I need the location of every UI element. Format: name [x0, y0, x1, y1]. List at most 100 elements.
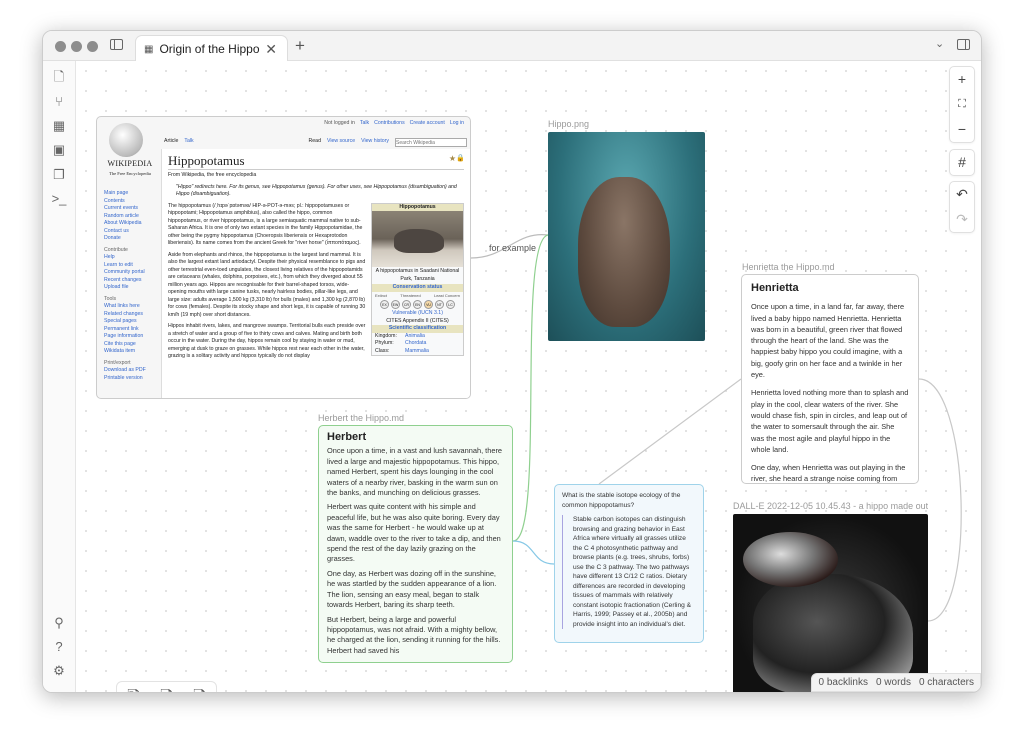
view-history-tab[interactable]: View history [361, 138, 389, 148]
article-tab[interactable]: Article [164, 138, 178, 148]
wiki-nav-link[interactable]: Special pages [104, 318, 159, 326]
dalle-image-label: DALL-E 2022-12-05 10.45.43 - a hippo mad… [733, 501, 928, 511]
lock-icon: 🔒 [456, 155, 465, 162]
close-tab-icon[interactable]: ✕ [265, 41, 277, 58]
taxonomy-value[interactable]: Chordata [405, 340, 426, 348]
tab-list-chevron-icon[interactable]: ⌄ [935, 37, 944, 50]
right-sidebar-toggle-icon[interactable] [957, 39, 970, 50]
log-in-link[interactable]: Log in [450, 120, 464, 128]
sidebar-toggle-icon[interactable] [110, 39, 123, 50]
infobox-hippo-photo[interactable] [372, 211, 463, 267]
hippo-photo [578, 177, 670, 327]
wiki-nav-link[interactable]: Donate [104, 235, 159, 243]
wiki-nav-link[interactable]: Recent changes [104, 277, 159, 285]
herbert-note-node[interactable]: Herbert Once upon a time, in a vast and … [318, 425, 513, 664]
conservation-status-badge: CR [402, 300, 411, 309]
help-icon[interactable]: ? [51, 639, 67, 655]
create-account-link[interactable]: Create account [410, 120, 445, 128]
taxonomy-value[interactable]: Animalia [405, 333, 425, 341]
terminal-icon[interactable]: >_ [51, 191, 67, 207]
wiki-nav-link[interactable]: Main page [104, 190, 159, 198]
copy-icon[interactable]: ❐ [51, 167, 67, 183]
canvas[interactable]: for example Not logged in Talk Contribut… [76, 61, 981, 692]
view-source-tab[interactable]: View source [327, 138, 355, 148]
talk-link[interactable]: Talk [360, 120, 369, 128]
wiki-page-title: Hippopotamus [168, 153, 464, 170]
taxonomy-rank: Phylum: [375, 340, 394, 346]
edge-question-to-henrietta[interactable] [598, 378, 742, 485]
add-media-icon[interactable]: 🖻 [160, 686, 173, 692]
henrietta-paragraph: Once upon a time, in a land far, far awa… [751, 302, 905, 380]
edge-label-for-example: for example [489, 243, 536, 253]
wiki-nav-link[interactable]: Help [104, 254, 159, 262]
wiki-nav-link[interactable]: Download as PDF [104, 367, 159, 375]
edge-herbert-to-question[interactable] [512, 540, 555, 565]
wikipedia-webpage-node[interactable]: Not logged in Talk Contributions Create … [96, 116, 471, 399]
wiki-nav-link[interactable]: Printable version [104, 375, 159, 383]
calendar-icon[interactable]: ▣ [51, 142, 67, 158]
wiki-personal-tools: Not logged in Talk Contributions Create … [324, 120, 464, 128]
redo-button[interactable]: ↷ [950, 207, 974, 232]
wiki-nav-link[interactable]: Random article [104, 213, 159, 221]
canvas-icon[interactable]: ▦ [51, 118, 67, 134]
wiki-nav-link[interactable]: Contents [104, 198, 159, 206]
wiki-search-input[interactable] [395, 138, 467, 147]
add-file-icon[interactable]: 🗋 [193, 686, 206, 692]
zoom-in-button[interactable]: + [950, 67, 974, 92]
wiki-nav-link[interactable]: Learn to edit [104, 262, 159, 270]
henrietta-file-label: Henrietta the Hippo.md [742, 262, 835, 272]
wiki-nav-link[interactable]: Wikidata item [104, 348, 159, 356]
wiki-nav-link[interactable]: Community portal [104, 269, 159, 277]
close-window-button[interactable] [55, 41, 66, 52]
conservation-status-badge: EN [413, 300, 422, 309]
undo-button[interactable]: ↶ [950, 182, 974, 207]
app-window: ▦ Origin of the Hippo ✕ + ⌄ 🗋 ⑂ ▦ ▣ ❐ >_… [42, 30, 982, 693]
read-tab[interactable]: Read [309, 138, 321, 148]
wiki-nav-link[interactable]: Cite this page [104, 341, 159, 349]
wikipedia-tagline: The Free Encyclopedia [109, 171, 151, 176]
edge-herbert-to-image[interactable] [512, 234, 549, 542]
tab-origin-of-the-hippo[interactable]: ▦ Origin of the Hippo ✕ [135, 35, 288, 62]
herbert-paragraph: Once upon a time, in a vast and lush sav… [327, 446, 503, 498]
dalle-image-node[interactable] [733, 514, 928, 692]
word-count: 0 words [875, 677, 911, 688]
herbert-paragraph: Herbert was quite content with his simpl… [327, 502, 501, 564]
herbert-heading: Herbert [327, 431, 367, 443]
wikipedia-globe-logo[interactable] [109, 123, 143, 157]
wiki-nav-link[interactable]: Contact us [104, 228, 159, 236]
wiki-nav-link[interactable]: Page information [104, 333, 159, 341]
isotope-question-card[interactable]: What is the stable isotope ecology of th… [554, 484, 704, 643]
vault-icon[interactable]: ⚲ [51, 615, 67, 631]
zoom-to-fit-button[interactable]: ⛶ [950, 92, 974, 117]
settings-icon[interactable]: ⚙ [51, 663, 67, 679]
henrietta-note-node[interactable]: Henrietta Once upon a time, in a land fa… [741, 274, 919, 484]
hippo-image-node[interactable] [548, 132, 705, 341]
wikipedia-wordmark: WIKIPEDIA [107, 159, 153, 168]
star-icon[interactable]: ★ [449, 155, 456, 163]
zoom-out-button[interactable]: − [950, 117, 974, 142]
wiki-nav-link[interactable]: Current events [104, 205, 159, 213]
snap-grid-button[interactable]: # [950, 150, 974, 175]
minimize-window-button[interactable] [71, 41, 82, 52]
talk-tab[interactable]: Talk [184, 138, 193, 148]
backlinks-count[interactable]: 0 backlinks [818, 677, 867, 688]
new-tab-button[interactable]: + [295, 36, 305, 56]
file-search-icon[interactable]: 🗋 [51, 69, 67, 85]
wiki-sidebar: Main page Contents Current events Random ar… [104, 190, 159, 382]
taxonomy-row: Phylum: Chordata [375, 340, 463, 348]
add-note-card-icon[interactable]: 🗎 [127, 686, 140, 692]
taxonomy-value[interactable]: Mammalia [405, 348, 429, 356]
wiki-nav-link[interactable]: Permanent link [104, 326, 159, 334]
wiki-tabs: Article Talk Read View source View histo… [161, 138, 470, 148]
wiki-nav-link[interactable]: Upload file [104, 284, 159, 292]
graph-icon[interactable]: ⑂ [51, 94, 67, 110]
wiki-nav-link[interactable]: About Wikipedia [104, 220, 159, 228]
blockquote-answer: Stable carbon isotopes can distinguish b… [562, 515, 696, 629]
henrietta-paragraph: One day, when Henrietta was out playing … [751, 463, 906, 484]
conservation-status-badge: VU [424, 300, 433, 309]
maximize-window-button[interactable] [87, 41, 98, 52]
taxonomy-rank: Kingdom: [375, 332, 397, 339]
wiki-nav-link[interactable]: What links here [104, 303, 159, 311]
contributions-link[interactable]: Contributions [374, 120, 405, 128]
wiki-nav-link[interactable]: Related changes [104, 311, 159, 319]
